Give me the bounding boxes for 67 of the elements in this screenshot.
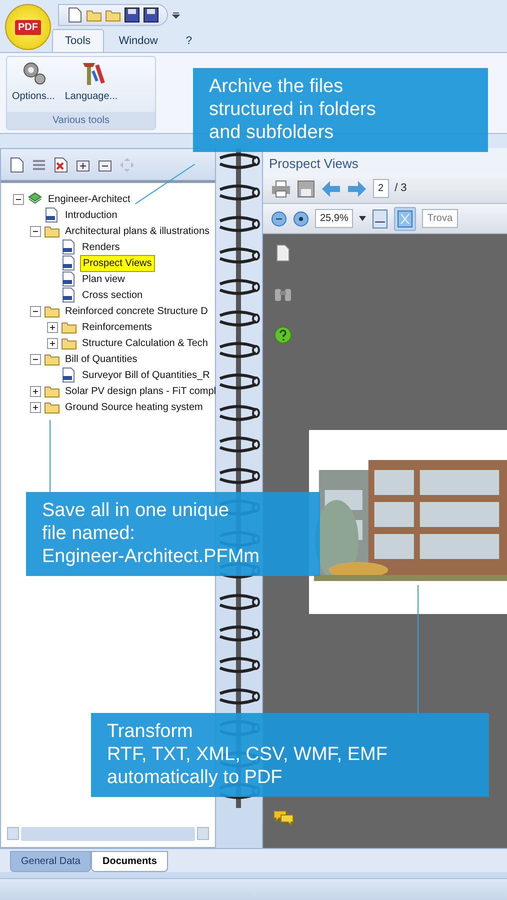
sheet-tab[interactable]: General Data: [10, 851, 92, 872]
leader-line: [48, 420, 52, 492]
save-icon[interactable]: [124, 7, 140, 23]
page-count: / 3: [394, 181, 407, 196]
zoom-in-icon[interactable]: [293, 210, 309, 226]
tree-item[interactable]: Reinforcements: [80, 320, 154, 334]
comment-icon[interactable]: [273, 810, 295, 826]
sheet-tab[interactable]: Documents: [91, 851, 168, 872]
tree-item[interactable]: Structure Calculation & Tech: [80, 336, 210, 350]
pdf-file-icon: [61, 287, 77, 303]
pdf-file-icon: [44, 207, 60, 223]
ribbon-tab[interactable]: Tools: [52, 28, 104, 52]
horizontal-scrollbar[interactable]: [7, 827, 209, 841]
dropdown-icon[interactable]: [172, 11, 180, 19]
tree-item[interactable]: Engineer-Architect: [46, 192, 132, 206]
zoom-field[interactable]: 25,9%: [315, 209, 354, 228]
caret-icon[interactable]: [359, 216, 366, 221]
expand-icon[interactable]: [47, 322, 58, 332]
pdf-file-icon: [61, 239, 77, 255]
pdf-file-icon: [61, 255, 77, 271]
tree-item[interactable]: Surveyor Bill of Quantities_R: [80, 368, 212, 382]
new-document-icon[interactable]: [9, 156, 25, 172]
leader-line: [135, 164, 195, 204]
fit-page-icon: [397, 210, 414, 228]
left-arrow-icon[interactable]: [321, 180, 341, 198]
right-arrow-icon[interactable]: [347, 180, 367, 198]
collapse-icon[interactable]: [30, 306, 41, 316]
tree-item[interactable]: Architectural plans & illustrations: [63, 224, 212, 238]
callout-text: Save all in one unique file named: Engineer-Architect.PFMm: [26, 492, 320, 576]
new-document-icon[interactable]: [67, 7, 83, 23]
save-icon[interactable]: [143, 7, 159, 23]
search-field[interactable]: Trova: [422, 209, 458, 228]
collapse-icon[interactable]: [30, 354, 41, 364]
expand-icon[interactable]: [47, 338, 58, 348]
tree-item[interactable]: Solar PV design plans - FiT compl: [63, 384, 218, 398]
collapse-icon[interactable]: [13, 194, 24, 204]
tree-item[interactable]: Renders: [80, 240, 122, 254]
page-icon[interactable]: [276, 244, 290, 262]
collapse-icon[interactable]: [30, 226, 41, 236]
fit-page-button[interactable]: [394, 206, 416, 230]
tree-item[interactable]: Introduction: [63, 208, 120, 222]
ribbon-tab[interactable]: Window: [106, 28, 171, 52]
ribbon-button[interactable]: Options...: [7, 57, 60, 112]
expand-icon[interactable]: [30, 402, 41, 412]
zoom-out-icon[interactable]: [271, 210, 287, 226]
pdf-file-icon: [61, 367, 77, 383]
app-logo[interactable]: PDF: [5, 4, 51, 50]
help-icon[interactable]: [274, 326, 292, 344]
fit-width-icon[interactable]: [372, 208, 388, 228]
binoculars-icon[interactable]: [274, 286, 292, 302]
tree-item[interactable]: Cross section: [80, 288, 145, 302]
callout-text: Archive the files structured in folders and subfolders: [193, 68, 488, 152]
delete-icon[interactable]: [53, 156, 69, 172]
page-number-field[interactable]: 2: [373, 179, 389, 198]
callout-text: Transform RTF, TXT, XML, CSV, WMF, EMF automatically to PDF: [91, 713, 489, 798]
pdf-file-icon: [61, 271, 77, 287]
tree-item[interactable]: Plan view: [80, 272, 127, 286]
tree-item[interactable]: Bill of Quantities: [63, 352, 140, 366]
logo-text: PDF: [15, 20, 41, 34]
tree-item[interactable]: Ground Source heating system: [63, 400, 205, 414]
ribbon-tab[interactable]: ?: [172, 28, 205, 52]
group-label: Various tools: [7, 112, 155, 129]
expand-icon[interactable]: [30, 386, 41, 396]
printer-icon[interactable]: [271, 180, 291, 198]
tree-item[interactable]: Prospect Views: [80, 254, 155, 272]
tree-item[interactable]: Reinforced concrete Structure D: [63, 304, 210, 318]
ribbon-button[interactable]: Language...: [60, 57, 123, 112]
